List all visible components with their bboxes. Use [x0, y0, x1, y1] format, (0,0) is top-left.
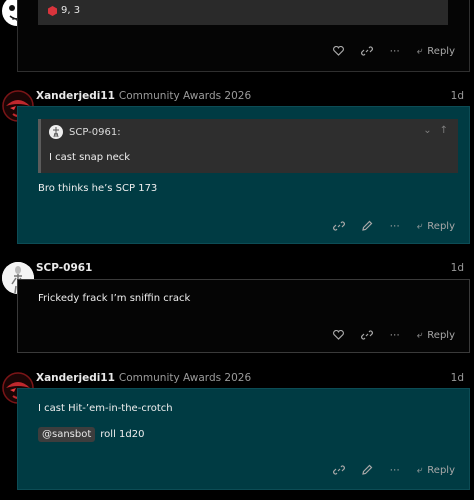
post-actions: ⋯ ⤶ Reply: [333, 45, 455, 57]
post-date[interactable]: 1d: [451, 372, 464, 384]
quote-author: SCP-0961:: [69, 126, 121, 138]
more-options-icon[interactable]: ⋯: [389, 464, 401, 476]
post-meta: SCP-0961 1d: [36, 259, 464, 277]
user-award[interactable]: Community Awards 2026: [119, 90, 251, 102]
post-card-scp-0961: Frickedy frack I’m sniffin crack ⋯ ⤶ Repl…: [17, 279, 470, 353]
dice-icon: [48, 5, 57, 16]
more-options-icon[interactable]: ⋯: [389, 220, 401, 232]
post-card-sansbot: 9, 3 ⋯ ⤶ Reply: [17, 0, 470, 72]
chevron-down-icon[interactable]: ⌄: [423, 125, 431, 136]
more-options-icon[interactable]: ⋯: [389, 329, 401, 341]
post-actions: ⋯ ⤶ Reply: [332, 220, 455, 232]
heart-icon[interactable]: [333, 329, 345, 341]
quote-text: I cast snap neck: [49, 152, 131, 163]
reply-arrow-icon: ⤶: [416, 220, 423, 232]
heart-icon[interactable]: [333, 45, 345, 57]
post-body: Frickedy frack I’m sniffin crack: [38, 293, 191, 304]
link-icon[interactable]: [332, 464, 345, 476]
post-actions: ⋯ ⤶ Reply: [333, 329, 455, 341]
reply-arrow-icon: ⤶: [416, 464, 423, 476]
reply-arrow-icon: ⤶: [416, 45, 423, 57]
quote-controls: ⌄ ↑: [423, 125, 448, 136]
quote-avatar-icon: [49, 125, 63, 139]
mention-sansbot[interactable]: @sansbot: [38, 427, 96, 442]
quote-header[interactable]: SCP-0961:: [49, 125, 121, 139]
post-body: I cast Hit-’em-in-the-crotch: [38, 403, 173, 414]
reply-button[interactable]: ⤶ Reply: [417, 46, 455, 57]
quote-block: SCP-0961: ⌄ ↑ I cast snap neck: [38, 119, 458, 173]
username[interactable]: Xanderjedi11: [36, 90, 115, 102]
user-award[interactable]: Community Awards 2026: [119, 372, 251, 384]
edit-pencil-icon[interactable]: [361, 220, 373, 232]
dice-result-text: 9, 3: [61, 5, 81, 16]
post-date[interactable]: 1d: [451, 90, 464, 102]
link-icon[interactable]: [360, 45, 373, 57]
arrow-up-icon[interactable]: ↑: [440, 125, 448, 136]
post-meta: Xanderjedi11 Community Awards 2026 1d: [36, 87, 464, 105]
reply-button[interactable]: ⤶ Reply: [417, 465, 455, 476]
command-text: roll 1d20: [100, 429, 145, 440]
reply-button[interactable]: ⤶ Reply: [417, 221, 455, 232]
post-body: Bro thinks he’s SCP 173: [38, 183, 158, 194]
reply-arrow-icon: ⤶: [416, 329, 423, 341]
post-card-xanderjedi11: I cast Hit-’em-in-the-crotch @sansbot ro…: [17, 388, 470, 490]
dice-result-area: 9, 3: [38, 0, 448, 25]
post-date[interactable]: 1d: [451, 262, 464, 274]
post-actions: ⋯ ⤶ Reply: [332, 464, 455, 476]
username[interactable]: Xanderjedi11: [36, 372, 115, 384]
more-options-icon[interactable]: ⋯: [389, 45, 401, 57]
command-line: @sansbot roll 1d20: [38, 427, 144, 442]
edit-pencil-icon[interactable]: [361, 464, 373, 476]
post-card-xanderjedi11: SCP-0961: ⌄ ↑ I cast snap neck Bro think…: [17, 106, 470, 244]
link-icon[interactable]: [360, 329, 373, 341]
username[interactable]: SCP-0961: [36, 262, 92, 274]
reply-button[interactable]: ⤶ Reply: [417, 330, 455, 341]
post-meta: Xanderjedi11 Community Awards 2026 1d: [36, 369, 464, 387]
link-icon[interactable]: [332, 220, 345, 232]
